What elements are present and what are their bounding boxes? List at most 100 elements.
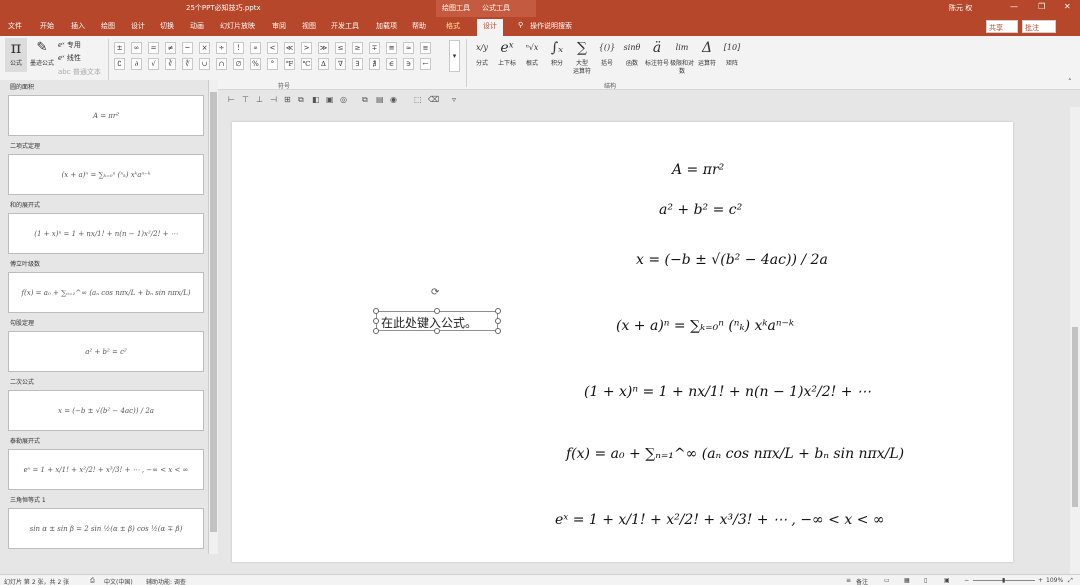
symbol-button[interactable]: =: [148, 42, 159, 54]
structure-button[interactable]: {()} 括号: [595, 38, 619, 68]
fit-to-window-icon[interactable]: ⤢: [1068, 577, 1073, 585]
rotation-handle-icon[interactable]: ⟳: [431, 287, 439, 298]
professional-button[interactable]: eˣ 专用: [58, 40, 81, 50]
symbol-button[interactable]: ÷: [216, 42, 227, 54]
slide-sorter-icon[interactable]: ▦: [904, 577, 910, 584]
slide-formula-thumbnail[interactable]: (1 + x)ⁿ = 1 + nx/1! + n(n − 1)x²/2! + ⋯: [8, 213, 204, 254]
symbol-button[interactable]: ∅: [233, 58, 244, 70]
symbol-button[interactable]: ℉: [284, 58, 295, 70]
linear-button[interactable]: eˣ 线性: [58, 53, 81, 63]
zoom-level[interactable]: 109%: [1046, 577, 1063, 584]
notes-icon[interactable]: ≡: [846, 577, 851, 584]
structure-button[interactable]: sinθ 函数: [620, 38, 644, 68]
slide-formula-thumbnail[interactable]: f(x) = a₀ + ∑ₙ₌₁^∞ (aₙ cos nπx/L + bₙ si…: [8, 272, 204, 313]
symbol-button[interactable]: <: [267, 42, 278, 54]
symbol-button[interactable]: ∁: [114, 58, 125, 70]
symbol-button[interactable]: ∂: [131, 58, 142, 70]
symbol-button[interactable]: ∛: [165, 58, 176, 70]
symbol-button[interactable]: !: [233, 42, 244, 54]
symbol-button[interactable]: ∆: [318, 58, 329, 70]
resize-handle[interactable]: [373, 308, 379, 314]
resize-handle[interactable]: [434, 328, 440, 334]
editor-scroll-thumb[interactable]: [1072, 327, 1078, 507]
structure-button[interactable]: ∫ₓ 积分: [545, 38, 569, 68]
tab-equation-design[interactable]: 设计: [477, 19, 503, 36]
tab-design[interactable]: 设计: [131, 21, 145, 31]
tab-file[interactable]: 文件: [8, 21, 22, 31]
normal-view-icon[interactable]: ▭: [884, 577, 890, 584]
symbol-button[interactable]: ~: [182, 42, 193, 54]
zoom-in-icon[interactable]: +: [1038, 577, 1043, 584]
slide-canvas[interactable]: [232, 122, 1013, 562]
editor-scrollbar[interactable]: [1070, 107, 1080, 574]
slideshow-icon[interactable]: ▣: [944, 577, 950, 584]
align-left-icon[interactable]: ⊢: [228, 95, 235, 104]
symbol-button[interactable]: °: [267, 58, 278, 70]
structure-button[interactable]: ä 标注符号: [645, 38, 669, 68]
reading-view-icon[interactable]: ▯: [924, 577, 927, 584]
ink-equation-button[interactable]: ✎ 墨迹公式: [30, 38, 54, 68]
resize-handle[interactable]: [495, 318, 501, 324]
slide-formula-thumbnail[interactable]: (x + a)ⁿ = ∑ₖ₌₀ⁿ (ⁿₖ) xᵏaⁿ⁻ᵏ: [8, 154, 204, 195]
tab-transitions[interactable]: 切换: [160, 21, 174, 31]
resize-handle[interactable]: [373, 328, 379, 334]
symbol-button[interactable]: ←: [420, 58, 431, 70]
symbol-button[interactable]: ≥: [352, 42, 363, 54]
equation-fourier[interactable]: f(x) = a₀ + ∑ₙ₌₁^∞ (aₙ cos nπx/L + bₙ si…: [566, 446, 904, 462]
align-right-icon[interactable]: ⊞: [284, 95, 291, 104]
draw-tool-icon[interactable]: ⬚: [414, 95, 422, 104]
symbol-button[interactable]: ∄: [369, 58, 380, 70]
slide-formula-thumbnail[interactable]: eˣ = 1 + x/1! + x²/2! + x³/3! + ⋯ , −∞ <…: [8, 449, 204, 490]
panel-scroll-thumb[interactable]: [210, 92, 217, 532]
symbol-button[interactable]: ℃: [301, 58, 312, 70]
symbols-more-icon[interactable]: ▾: [449, 40, 460, 72]
tab-format[interactable]: 格式: [446, 21, 460, 31]
notes-button[interactable]: 备注: [856, 577, 868, 585]
resize-handle[interactable]: [373, 318, 379, 324]
arrange-icon[interactable]: ⧉: [362, 95, 368, 105]
selection-pane-icon[interactable]: ▤: [376, 95, 384, 104]
zoom-slider-thumb[interactable]: ▮: [1002, 577, 1005, 584]
slide-formula-thumbnail[interactable]: sin α ± sin β = 2 sin ½(α ± β) cos ½(α ∓…: [8, 508, 204, 549]
structure-button[interactable]: ⁿ√x 根式: [520, 38, 544, 68]
accessibility-indicator[interactable]: 辅助功能: 调查: [146, 577, 186, 585]
symbol-button[interactable]: %: [250, 58, 261, 70]
panel-scrollbar[interactable]: [208, 80, 218, 554]
tab-addins[interactable]: 加载项: [376, 21, 397, 31]
tab-review[interactable]: 审阅: [272, 21, 286, 31]
spellcheck-icon[interactable]: ⎙: [90, 577, 95, 585]
symbol-button[interactable]: ≠: [165, 42, 176, 54]
tab-developer[interactable]: 开发工具: [331, 21, 359, 31]
close-icon[interactable]: ✕: [1064, 2, 1071, 11]
rotate-icon[interactable]: ◎: [340, 95, 347, 104]
user-name[interactable]: 陈元 权: [949, 3, 972, 13]
resize-handle[interactable]: [495, 308, 501, 314]
structure-button[interactable]: ∑ 大型 运算符: [570, 38, 594, 76]
structure-button[interactable]: eˣ 上下标: [495, 38, 519, 68]
align-middle-icon[interactable]: ⊥: [256, 95, 263, 104]
equation-button[interactable]: π 公式: [5, 38, 27, 72]
structure-button[interactable]: Δ 运算符: [695, 38, 719, 68]
eraser-icon[interactable]: ⌫: [428, 95, 439, 104]
symbol-button[interactable]: √: [148, 58, 159, 70]
restore-icon[interactable]: ❐: [1038, 2, 1045, 11]
resize-handle[interactable]: [495, 328, 501, 334]
collapse-ribbon-icon[interactable]: ˄: [1068, 78, 1072, 86]
symbol-button[interactable]: ∈: [386, 58, 397, 70]
resize-handle[interactable]: [434, 308, 440, 314]
symbol-button[interactable]: ∓: [369, 42, 380, 54]
symbol-button[interactable]: >: [301, 42, 312, 54]
symbol-button[interactable]: ×: [199, 42, 210, 54]
share-button[interactable]: 共享: [986, 20, 1018, 33]
symbol-button[interactable]: ∇: [335, 58, 346, 70]
tab-help[interactable]: 帮助: [412, 21, 426, 31]
symbol-button[interactable]: ≡: [420, 42, 431, 54]
symbol-button[interactable]: ≪: [284, 42, 295, 54]
tab-home[interactable]: 开始: [40, 21, 54, 31]
align-top-icon[interactable]: ⊤: [242, 95, 249, 104]
slide-formula-thumbnail[interactable]: a² + b² = c²: [8, 331, 204, 372]
slide-formula-thumbnail[interactable]: x = (−b ± √(b² − 4ac)) / 2a: [8, 390, 204, 431]
distribute-icon[interactable]: ◉: [390, 95, 397, 104]
zoom-out-icon[interactable]: −: [964, 577, 969, 584]
symbol-button[interactable]: ≅: [386, 42, 397, 54]
